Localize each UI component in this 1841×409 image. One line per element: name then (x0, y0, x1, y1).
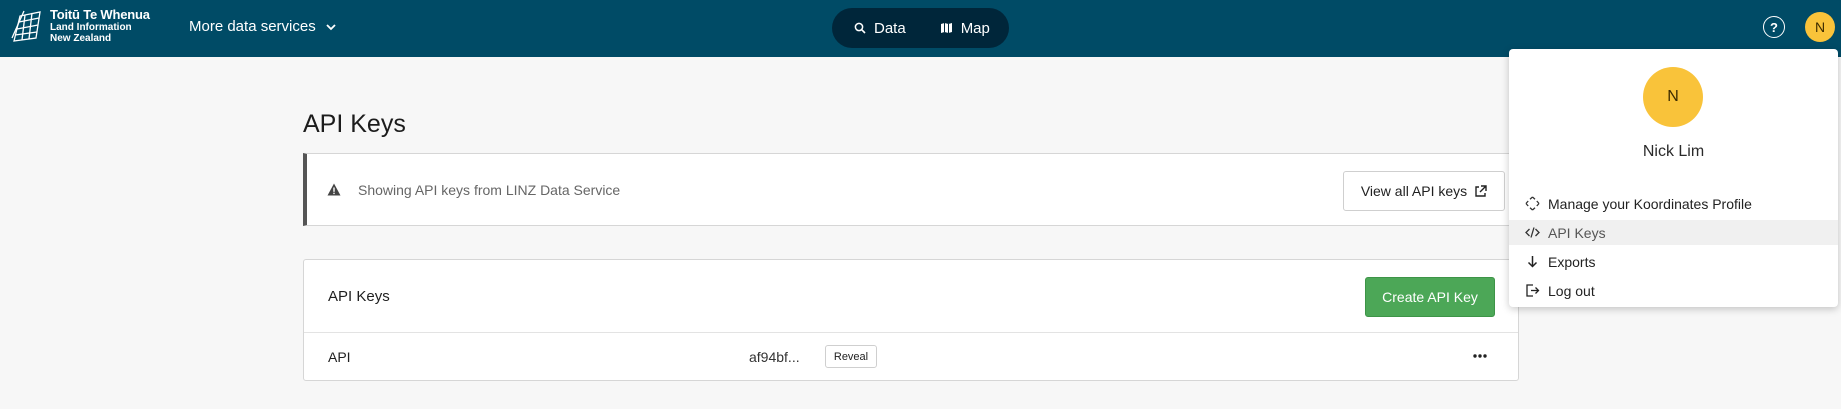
map-icon (940, 23, 952, 33)
create-api-key-button[interactable]: Create API Key (1365, 277, 1495, 317)
avatar-initial: N (1814, 19, 1826, 35)
chevron-down-icon (326, 23, 336, 30)
linz-logo[interactable]: Toitū Te Whenua Land Information New Zea… (10, 8, 150, 44)
map-tab-label: Map (960, 19, 990, 37)
menu-item-manage-profile[interactable]: Manage your Koordinates Profile (1509, 191, 1838, 216)
api-key-name: API (328, 349, 351, 365)
reveal-button[interactable]: Reveal (825, 345, 877, 368)
user-avatar-button[interactable]: N (1805, 12, 1835, 42)
map-tab[interactable]: Map (940, 20, 990, 37)
card-title: API Keys (328, 288, 390, 305)
notice-message: Showing API keys from LINZ Data Service (358, 182, 621, 198)
logo-subtitle-2: New Zealand (50, 33, 112, 44)
menu-item-label: Exports (1548, 253, 1596, 270)
logo-subtitle: Land Information (50, 22, 132, 33)
view-all-label: View all API keys (1360, 183, 1468, 199)
view-all-api-keys-button[interactable]: View all API keys (1343, 171, 1505, 211)
api-keys-card: API Keys Create API Key API af94bf... Re… (303, 259, 1519, 381)
info-notice: Showing API keys from LINZ Data Service … (303, 153, 1517, 226)
menu-item-log-out[interactable]: Log out (1509, 278, 1838, 303)
logo-title: Toitū Te Whenua (50, 7, 150, 22)
ellipsis-icon (1473, 354, 1487, 358)
warning-icon (327, 183, 341, 196)
code-icon (1525, 227, 1540, 238)
help-icon[interactable]: ? (1763, 16, 1785, 38)
page-title: API Keys (303, 110, 406, 138)
search-icon (854, 22, 866, 34)
menu-item-label: API Keys (1548, 224, 1606, 241)
menu-item-label: Log out (1548, 282, 1595, 299)
card-header: API Keys Create API Key (304, 260, 1518, 333)
menu-item-api-keys[interactable]: API Keys (1509, 220, 1838, 245)
menu-avatar-initial: N (1667, 88, 1679, 105)
logout-icon (1526, 284, 1540, 297)
api-key-value: af94bf... (749, 349, 800, 365)
more-data-services-label: More data services (189, 18, 316, 35)
more-data-services-menu[interactable]: More data services (189, 18, 337, 35)
arrow-down-icon (1527, 256, 1538, 268)
menu-item-exports[interactable]: Exports (1509, 249, 1838, 274)
more-options-icon[interactable] (1468, 346, 1492, 366)
user-name: Nick Lim (1642, 143, 1705, 160)
create-api-key-label: Create API Key (1382, 289, 1478, 305)
help-symbol: ? (1770, 19, 1778, 35)
external-link-icon (1475, 184, 1487, 197)
linz-logo-icon (11, 10, 41, 42)
reveal-label: Reveal (833, 350, 869, 363)
avatar: N (1643, 67, 1703, 127)
menu-item-label: Manage your Koordinates Profile (1548, 195, 1752, 212)
data-tab-label: Data (874, 19, 906, 37)
data-map-switcher: Data Map (832, 8, 1009, 48)
table-row: API af94bf... Reveal (304, 333, 1518, 381)
user-dropdown-menu: N Nick Lim Manage your Koordinates Profi… (1509, 49, 1838, 307)
profile-expand-icon (1525, 196, 1540, 211)
data-tab[interactable]: Data (854, 20, 906, 37)
